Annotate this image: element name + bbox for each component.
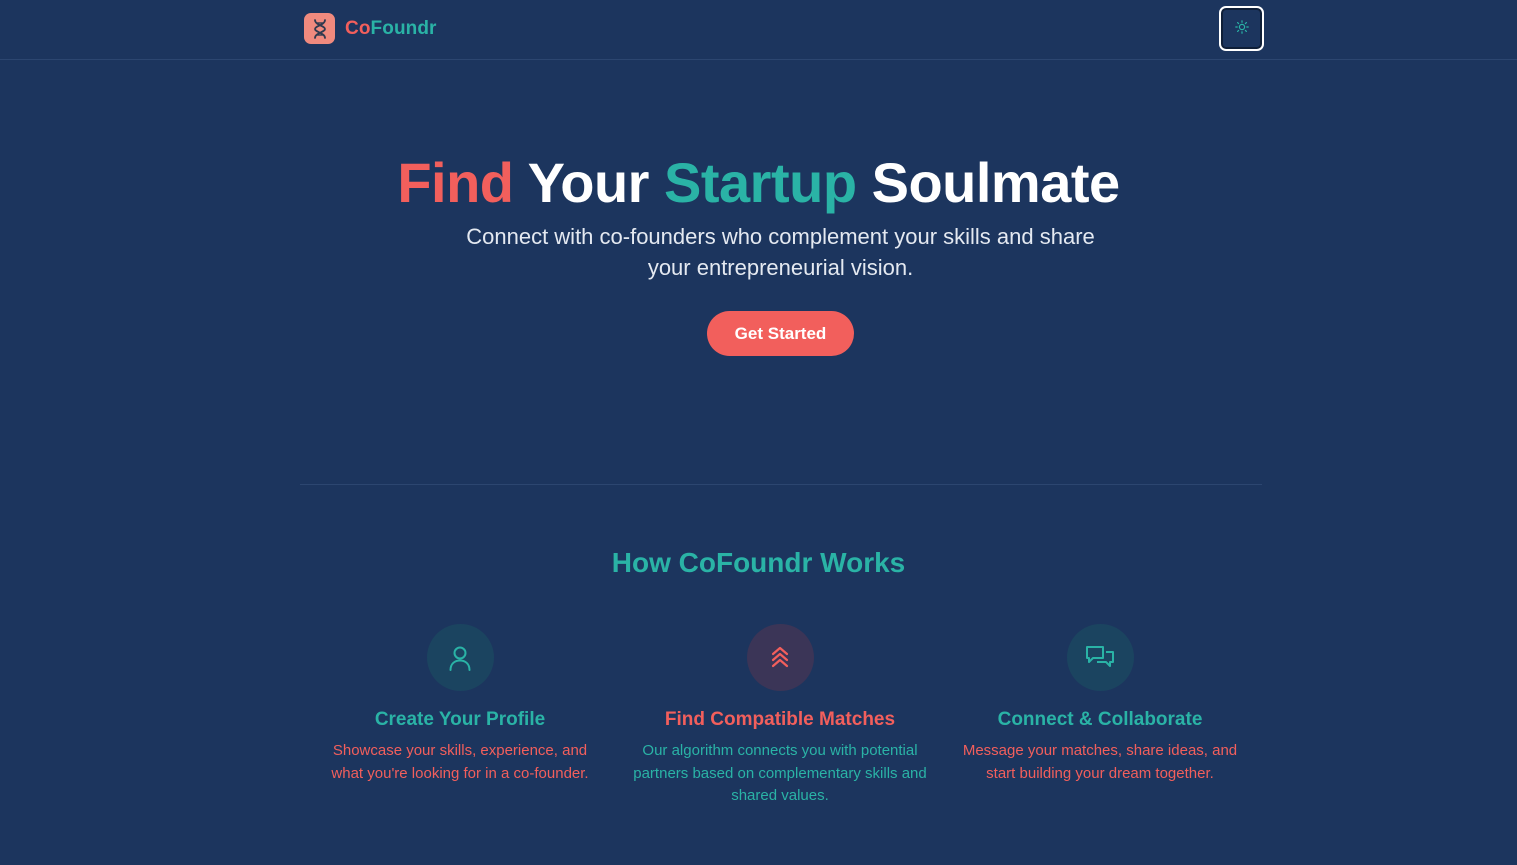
dna-icon — [304, 13, 335, 44]
hero-title-word-soulmate: Soulmate — [871, 151, 1121, 214]
sun-icon — [1234, 20, 1249, 37]
user-icon — [426, 624, 494, 691]
feature-title: Create Your Profile — [374, 709, 546, 730]
feature-connect-collaborate: Connect & Collaborate Message your match… — [950, 624, 1250, 785]
how-it-works-title: How CoFoundr Works — [611, 547, 906, 578]
get-started-button[interactable]: Get Started — [707, 311, 854, 356]
feature-description: Message your matches, share ideas, and s… — [962, 742, 1238, 782]
hero-title-word-find: Find — [397, 151, 514, 214]
feature-description: Our algorithm connects you with potentia… — [633, 742, 927, 804]
brand-name-part2: Foundr — [370, 17, 437, 39]
feature-title: Connect & Collaborate — [997, 709, 1203, 730]
feature-find-matches: Find Compatible Matches Our algorithm co… — [630, 624, 930, 808]
feature-description: Showcase your skills, experience, and wh… — [331, 742, 589, 782]
brand-link[interactable]: CoFoundr — [304, 13, 437, 44]
top-navbar: CoFoundr — [0, 0, 1517, 60]
theme-toggle-button[interactable] — [1219, 6, 1264, 51]
brand-name: CoFoundr — [345, 18, 437, 40]
hero-title-word-startup: Startup — [664, 151, 857, 214]
hero-title: Find Your Startup Soulmate — [0, 148, 1517, 218]
chevrons-up-icon — [746, 624, 814, 691]
hero-title-word-your: Your — [527, 151, 650, 214]
section-divider — [300, 484, 1262, 485]
hero-subtitle: Connect with co-founders who complement … — [466, 224, 1095, 280]
feature-create-profile: Create Your Profile Showcase your skills… — [310, 624, 610, 785]
feature-title: Find Compatible Matches — [664, 709, 896, 730]
chat-bubbles-icon — [1066, 624, 1134, 691]
brand-name-part1: Co — [345, 17, 371, 39]
